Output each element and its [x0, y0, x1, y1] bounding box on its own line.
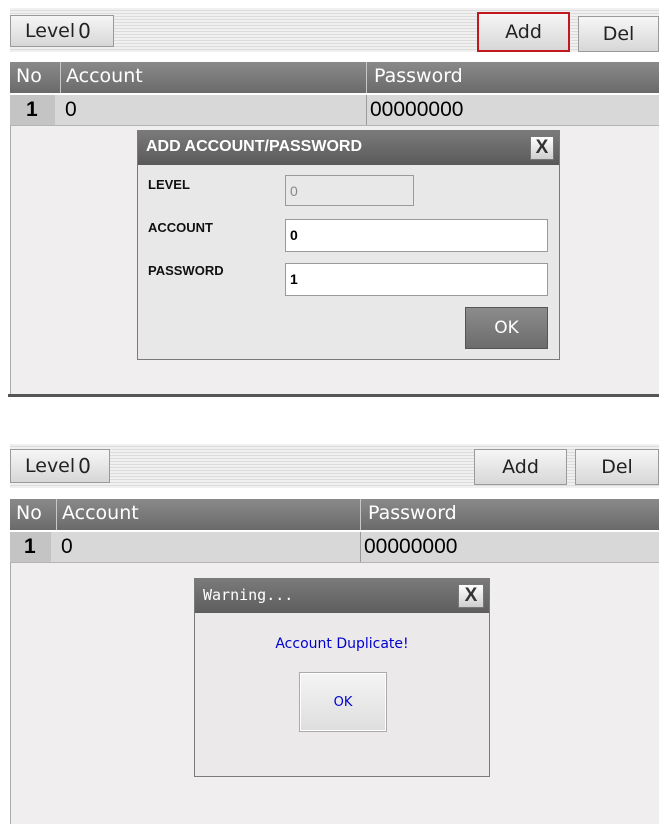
dialog-titlebar: ADD ACCOUNT/PASSWORD X	[138, 131, 559, 165]
account-field-label: ACCOUNT	[148, 220, 213, 235]
password-field[interactable]: 1	[285, 263, 548, 296]
top-panel: Level 0 Add Del No Account Password 1 0 …	[0, 0, 659, 400]
column-account: Account	[66, 65, 143, 87]
add-label: Add	[505, 21, 542, 43]
del-button[interactable]: Del	[575, 449, 659, 485]
add-label: Add	[502, 456, 539, 478]
row-account: 0	[61, 535, 73, 558]
password-field-value: 1	[290, 271, 298, 287]
account-field[interactable]: 0	[285, 219, 548, 252]
del-label: Del	[602, 23, 635, 45]
warning-title: Warning...	[203, 586, 294, 604]
close-icon: X	[464, 585, 478, 606]
ok-button[interactable]: OK	[465, 307, 548, 349]
password-field-label: PASSWORD	[148, 263, 224, 278]
row-password: 00000000	[364, 535, 458, 558]
toolbar: Level 0 Add Del	[10, 444, 659, 488]
del-button[interactable]: Del	[578, 16, 659, 52]
table-row[interactable]: 1 0 00000000	[10, 532, 659, 563]
level-value: 0	[78, 19, 91, 43]
column-no: No	[16, 502, 42, 524]
level-label: Level	[25, 20, 76, 42]
level-button[interactable]: Level 0	[10, 449, 110, 483]
dialog-title: ADD ACCOUNT/PASSWORD	[146, 138, 362, 155]
level-value: 0	[78, 454, 91, 478]
column-password: Password	[374, 65, 463, 87]
column-no: No	[16, 65, 42, 87]
level-label: Level	[25, 455, 76, 477]
row-password: 00000000	[370, 98, 464, 121]
warning-ok-label: OK	[333, 694, 353, 710]
warning-message: Account Duplicate!	[275, 636, 409, 652]
account-field-value: 0	[290, 227, 298, 243]
level-button[interactable]: Level 0	[10, 15, 114, 47]
close-button[interactable]: X	[530, 136, 554, 160]
table-header: No Account Password	[10, 62, 659, 93]
warning-titlebar: Warning... X	[195, 579, 489, 613]
warning-ok-button[interactable]: OK	[299, 672, 387, 732]
column-divider	[360, 499, 361, 530]
close-icon: X	[535, 137, 549, 158]
warning-dialog: Warning... X Account Duplicate! OK	[194, 578, 490, 777]
bottom-panel: Level 0 Add Del No Account Password 1 0 …	[0, 440, 659, 824]
level-field: 0	[285, 175, 414, 206]
column-password: Password	[368, 502, 457, 524]
close-button[interactable]: X	[458, 584, 484, 608]
row-number: 1	[24, 535, 36, 558]
row-number: 1	[26, 98, 38, 121]
column-divider	[366, 95, 367, 125]
column-divider	[366, 62, 367, 93]
column-account: Account	[62, 502, 139, 524]
table-header: No Account Password	[10, 499, 659, 530]
ok-label: OK	[494, 318, 519, 338]
panel-bottom-border	[8, 394, 659, 397]
del-label: Del	[601, 456, 633, 478]
add-button[interactable]: Add	[477, 12, 570, 52]
toolbar: Level 0 Add Del	[10, 8, 659, 52]
column-divider	[60, 62, 61, 93]
row-account: 0	[65, 98, 77, 121]
column-divider	[56, 499, 57, 530]
column-divider	[360, 532, 361, 562]
add-account-dialog: ADD ACCOUNT/PASSWORD X LEVEL 0 ACCOUNT 0…	[137, 130, 560, 360]
add-button[interactable]: Add	[474, 449, 567, 485]
table-row[interactable]: 1 0 00000000	[10, 95, 659, 126]
level-field-label: LEVEL	[148, 177, 190, 192]
level-field-value: 0	[290, 183, 298, 199]
